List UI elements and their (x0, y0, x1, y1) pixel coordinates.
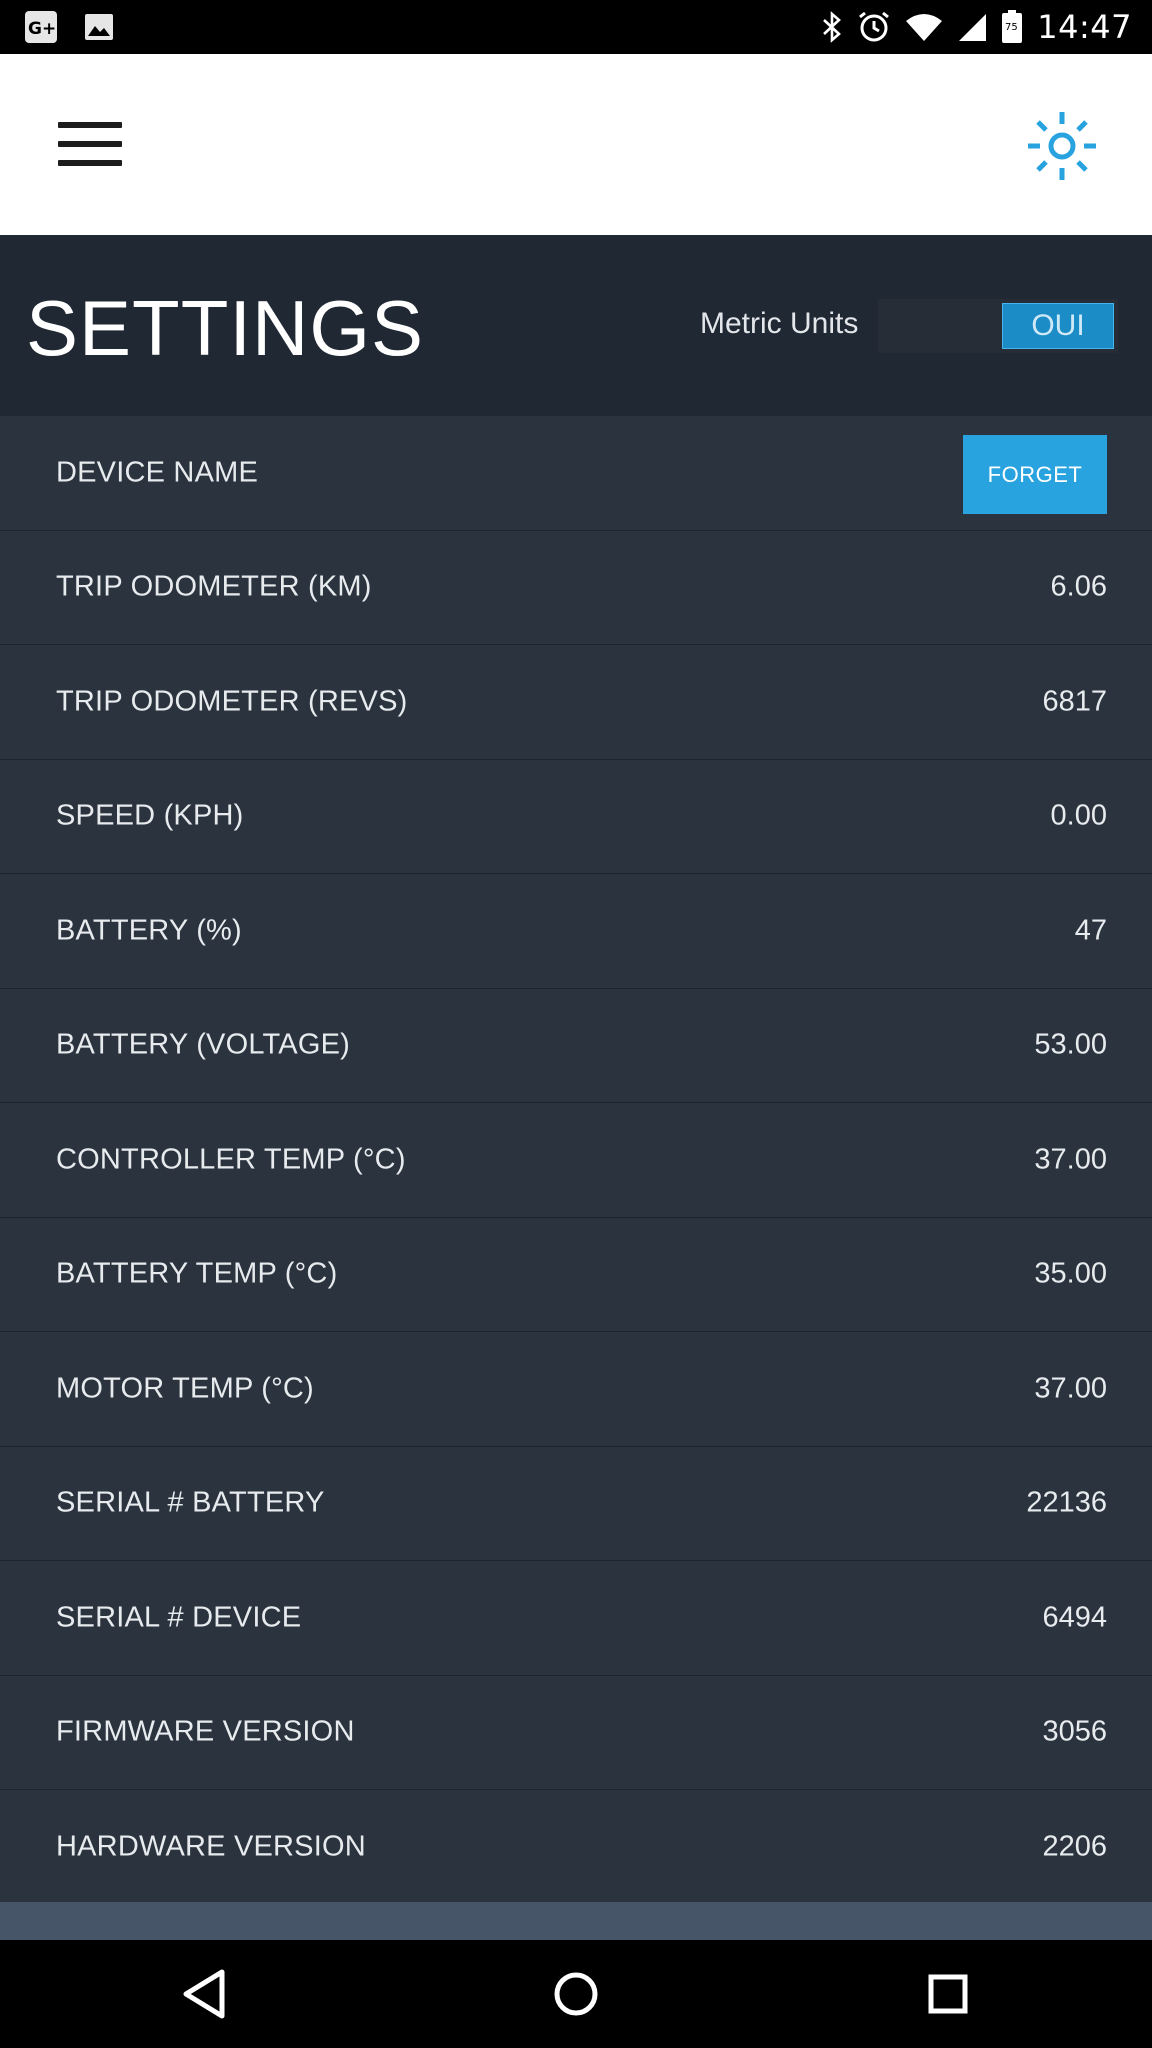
list-item: MOTOR TEMP (°C) 37.00 (0, 1332, 1152, 1447)
row-value: 2206 (1042, 1830, 1107, 1863)
row-label: BATTERY TEMP (°C) (56, 1257, 338, 1290)
metric-units-label: Metric Units (700, 307, 859, 340)
row-value: 6817 (1042, 685, 1107, 718)
status-bar: G+ 75 14:47 (0, 0, 1152, 54)
list-item: CONTROLLER TEMP (°C) 37.00 (0, 1103, 1152, 1218)
row-value: 22136 (1026, 1486, 1107, 1519)
home-icon[interactable] (544, 1962, 608, 2026)
alarm-icon (857, 10, 891, 44)
brightness-icon[interactable] (1024, 108, 1100, 184)
list-item: SPEED (KPH) 0.00 (0, 759, 1152, 874)
svg-text:G+: G+ (28, 19, 56, 39)
list-footer (0, 1902, 1152, 1940)
row-value: 6.06 (1050, 570, 1107, 603)
row-value: 0.00 (1050, 799, 1107, 832)
bluetooth-icon (821, 11, 843, 43)
row-value: 35.00 (1034, 1257, 1107, 1290)
wifi-icon (905, 12, 943, 42)
settings-list: DEVICE NAME FORGET TRIP ODOMETER (KM) 6.… (0, 416, 1152, 1905)
page-title: SETTINGS (26, 284, 425, 372)
metric-units-toggle[interactable]: OUI (878, 299, 1118, 353)
list-item: BATTERY (VOLTAGE) 53.00 (0, 988, 1152, 1103)
settings-header: SETTINGS Metric Units OUI (0, 235, 1152, 416)
row-label: CONTROLLER TEMP (°C) (56, 1143, 406, 1176)
list-item: BATTERY (%) 47 (0, 874, 1152, 989)
list-item-device-name: DEVICE NAME FORGET (0, 416, 1152, 531)
back-icon[interactable] (172, 1962, 236, 2026)
list-item: FIRMWARE VERSION 3056 (0, 1675, 1152, 1790)
nav-bar (0, 1940, 1152, 2048)
row-label: TRIP ODOMETER (KM) (56, 570, 372, 603)
app-bar (0, 54, 1152, 235)
row-label: BATTERY (%) (56, 914, 242, 947)
list-item: SERIAL # BATTERY 22136 (0, 1446, 1152, 1561)
row-value: 53.00 (1034, 1028, 1107, 1061)
signal-icon (957, 12, 987, 42)
metric-units-toggle-knob: OUI (1002, 303, 1114, 349)
row-label: TRIP ODOMETER (REVS) (56, 685, 408, 718)
row-label: SPEED (KPH) (56, 799, 244, 832)
row-value: 37.00 (1034, 1143, 1107, 1176)
row-value: 6494 (1042, 1601, 1107, 1634)
row-value: 47 (1074, 914, 1107, 947)
row-label: SERIAL # DEVICE (56, 1601, 302, 1634)
list-item: HARDWARE VERSION 2206 (0, 1790, 1152, 1905)
row-label: FIRMWARE VERSION (56, 1715, 355, 1748)
row-value: 3056 (1042, 1715, 1107, 1748)
list-item: BATTERY TEMP (°C) 35.00 (0, 1217, 1152, 1332)
list-item: TRIP ODOMETER (REVS) 6817 (0, 645, 1152, 760)
row-label: MOTOR TEMP (°C) (56, 1372, 314, 1405)
forget-button[interactable]: FORGET (963, 435, 1107, 514)
row-label: BATTERY (VOLTAGE) (56, 1028, 350, 1061)
clock: 14:47 (1037, 8, 1132, 46)
row-label: SERIAL # BATTERY (56, 1486, 325, 1519)
row-label: HARDWARE VERSION (56, 1830, 366, 1863)
row-label: DEVICE NAME (56, 456, 259, 489)
list-item: SERIAL # DEVICE 6494 (0, 1561, 1152, 1676)
row-value: 37.00 (1034, 1372, 1107, 1405)
battery-icon: 75 (1001, 10, 1023, 44)
svg-text:75: 75 (1005, 22, 1018, 33)
list-item: TRIP ODOMETER (KM) 6.06 (0, 530, 1152, 645)
hamburger-menu-icon[interactable] (58, 122, 122, 166)
recents-icon[interactable] (916, 1962, 980, 2026)
image-icon (84, 13, 114, 41)
google-plus-icon: G+ (24, 10, 58, 44)
